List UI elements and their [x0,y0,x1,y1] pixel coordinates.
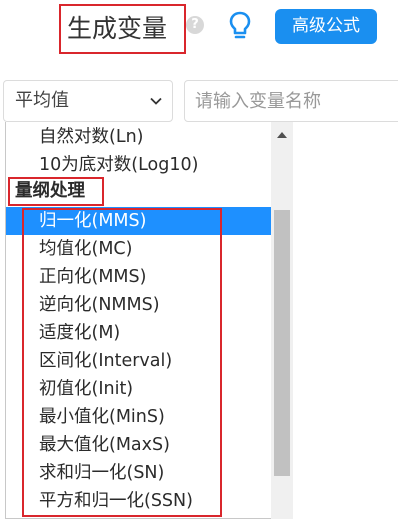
option-positive-mms[interactable]: 正向化(MMS) [6,263,272,291]
group-header-dimension: 量纲处理 [8,177,104,206]
scrollbar-thumb[interactable] [274,210,290,476]
advanced-formula-button[interactable]: 高级公式 [275,9,377,44]
option-mean-mc[interactable]: 均值化(MC) [6,235,272,263]
option-normalize-mms[interactable]: 归一化(MMS) [6,207,272,235]
lightbulb-icon[interactable] [229,11,251,41]
scroll-up-arrow-icon[interactable] [277,132,287,138]
variable-name-input[interactable] [184,80,398,122]
option-min-mins[interactable]: 最小值化(MinS) [6,403,272,431]
page-title: 生成变量 [59,4,186,54]
option-ln[interactable]: 自然对数(Ln) [6,123,272,151]
help-icon[interactable]: ? [186,16,204,34]
option-log10[interactable]: 10为底对数(Log10) [6,151,272,179]
function-select[interactable]: 平均值 [3,80,173,122]
option-reverse-nmms[interactable]: 逆向化(NMMS) [6,291,272,319]
option-sum-normalize-sn[interactable]: 求和归一化(SN) [6,459,272,487]
function-select-value: 平均值 [15,90,69,111]
option-square-sum-normalize-ssn[interactable]: 平方和归一化(SSN) [6,487,272,515]
dropdown-scrollbar[interactable] [271,122,293,519]
chevron-down-icon [150,97,162,105]
function-dropdown-list: 自然对数(Ln) 10为底对数(Log10) 量纲处理 归一化(MMS) 均值化… [5,122,293,519]
option-moderate-m[interactable]: 适度化(M) [6,319,272,347]
option-initial-init[interactable]: 初值化(Init) [6,375,272,403]
option-max-maxs[interactable]: 最大值化(MaxS) [6,431,272,459]
option-interval[interactable]: 区间化(Interval) [6,347,272,375]
